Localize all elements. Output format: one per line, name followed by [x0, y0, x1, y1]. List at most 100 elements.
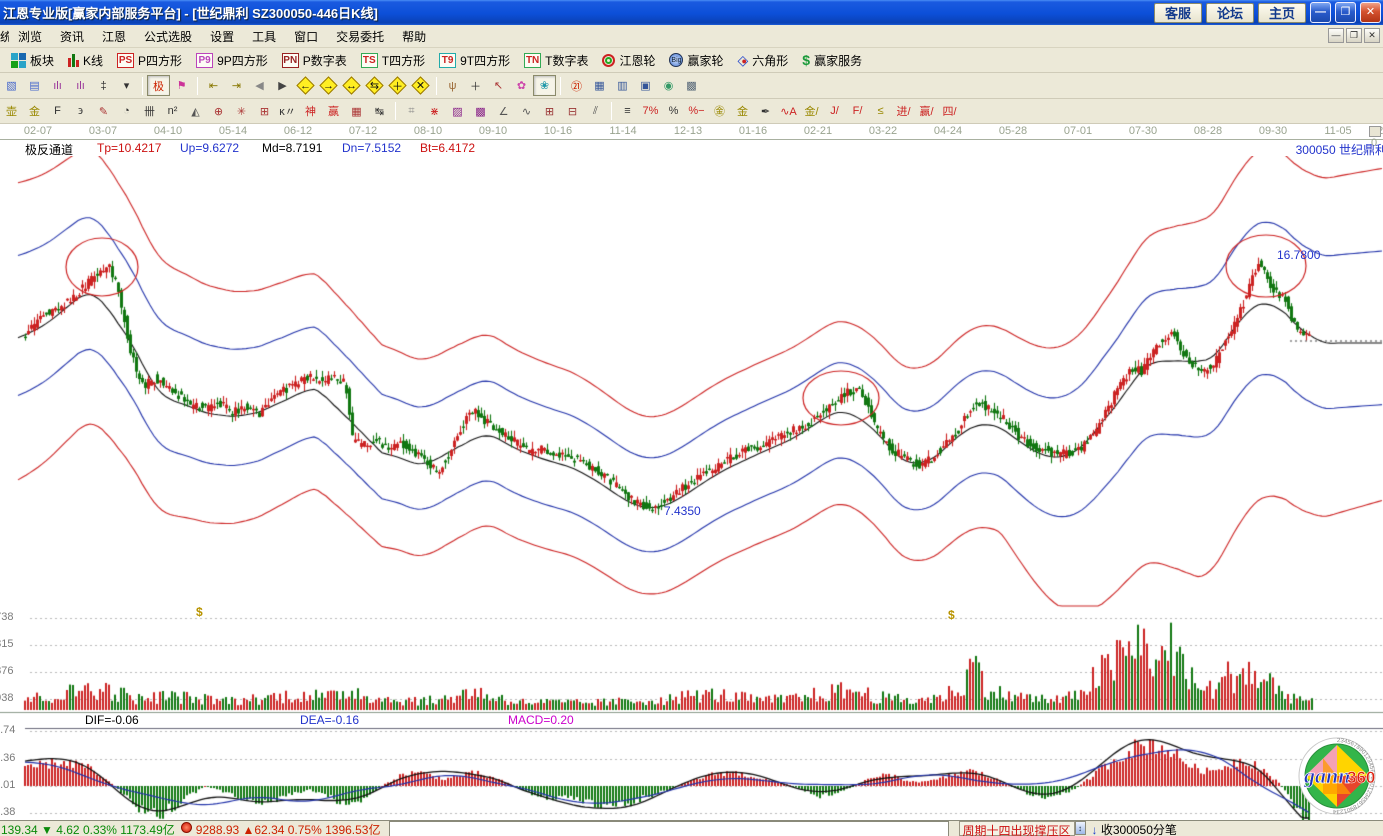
- magic-icon[interactable]: ✿: [510, 75, 533, 96]
- move-left-icon[interactable]: ←: [294, 75, 317, 96]
- hand-icon[interactable]: ψ: [441, 75, 464, 96]
- index1-quote[interactable]: 139.34 ▼ 4.62 0.33% 1173.49亿: [1, 821, 175, 836]
- print-icon[interactable]: ▩: [680, 75, 703, 96]
- circle-cross-icon[interactable]: ⊕: [207, 101, 230, 122]
- zoom-out-icon[interactable]: ✕: [409, 75, 432, 96]
- f-line-icon[interactable]: F/: [846, 101, 869, 122]
- slants-icon[interactable]: ⫽: [584, 101, 607, 122]
- ying-line-icon[interactable]: 赢/: [915, 101, 938, 122]
- f-ruler-icon[interactable]: F: [46, 101, 69, 122]
- clock-wheel-icon[interactable]: ◔: [115, 101, 138, 122]
- k-mark-icon[interactable]: ĸ〃: [276, 101, 299, 122]
- p-digit-button[interactable]: PNP数字表: [275, 50, 354, 71]
- rays-icon[interactable]: ⋇: [423, 101, 446, 122]
- span-arrow-icon[interactable]: ↹: [368, 101, 391, 122]
- mdi-restore-button[interactable]: ❐: [1346, 28, 1362, 43]
- gold-circle-icon[interactable]: ㊎: [708, 101, 731, 122]
- gold-frame1-icon[interactable]: 壶: [0, 101, 23, 122]
- menu-item[interactable]: 公式选股: [135, 27, 201, 47]
- kline-button[interactable]: K线: [61, 50, 110, 71]
- ying-icon[interactable]: 赢: [322, 101, 345, 122]
- gold-slash-icon[interactable]: 金/: [800, 101, 823, 122]
- pointer-query-icon[interactable]: ↖: [487, 75, 510, 96]
- minimize-button[interactable]: —: [1310, 2, 1331, 23]
- signal-flag-icon[interactable]: ⚑: [170, 75, 193, 96]
- candle-tool-icon[interactable]: ‡: [92, 75, 115, 96]
- nav-prev-icon[interactable]: ◀: [248, 75, 271, 96]
- n2-icon[interactable]: n²: [161, 101, 184, 122]
- box-rays-icon[interactable]: ▨: [446, 101, 469, 122]
- shrink-x-icon[interactable]: ⇆: [363, 75, 386, 96]
- knife-icon[interactable]: ✒: [754, 101, 777, 122]
- status-input-field[interactable]: [389, 821, 949, 836]
- nav-next-icon[interactable]: ▶: [271, 75, 294, 96]
- t-percent-icon[interactable]: 7%: [639, 101, 662, 122]
- chart3-icon[interactable]: ılı: [46, 75, 69, 96]
- zoom-in-icon[interactable]: ＋: [386, 75, 409, 96]
- brush-icon[interactable]: ✎: [92, 101, 115, 122]
- box-web-icon[interactable]: ⊞: [253, 101, 276, 122]
- close-button[interactable]: ✕: [1360, 2, 1381, 23]
- wave-check-icon[interactable]: ∿: [515, 101, 538, 122]
- menu-item[interactable]: 资讯: [51, 27, 93, 47]
- service-button-kefu[interactable]: 客服: [1154, 3, 1202, 23]
- candle-dropdown[interactable]: ▾: [115, 75, 138, 96]
- board-button[interactable]: 板块: [4, 50, 61, 71]
- angle-icon[interactable]: ◭: [184, 101, 207, 122]
- percent-icon[interactable]: %: [662, 101, 685, 122]
- menu-item[interactable]: 设置: [201, 27, 243, 47]
- hexagon-button[interactable]: ◇●六角形: [731, 50, 796, 71]
- mdi-minimize-button[interactable]: —: [1328, 28, 1344, 43]
- corner-box-icon[interactable]: ⌗: [400, 101, 423, 122]
- pencil-angle-icon[interactable]: ∠: [492, 101, 515, 122]
- wave-a-icon[interactable]: ∿A: [777, 101, 800, 122]
- gold-frame2-icon[interactable]: 金: [23, 101, 46, 122]
- nav-last-icon[interactable]: ⇥: [225, 75, 248, 96]
- menu-item[interactable]: 帮助: [393, 27, 435, 47]
- menu-item-clipped[interactable]: 统: [0, 28, 9, 45]
- grid-123-icon[interactable]: ▦: [345, 101, 368, 122]
- service-button-forum[interactable]: 论坛: [1206, 3, 1254, 23]
- p-square-button[interactable]: PSP四方形: [110, 50, 189, 71]
- box-grid-icon[interactable]: ▩: [469, 101, 492, 122]
- spiral-icon[interactable]: ϶: [69, 101, 92, 122]
- notebook-icon[interactable]: ▥: [611, 75, 634, 96]
- chart9-icon[interactable]: ılı: [69, 75, 92, 96]
- p9-square-button[interactable]: P99P四方形: [189, 50, 275, 71]
- nav-first-icon[interactable]: ⇤: [202, 75, 225, 96]
- save-icon[interactable]: ▣: [634, 75, 657, 96]
- note-spinner[interactable]: ↕: [1075, 821, 1086, 835]
- star-web-icon[interactable]: ✳: [230, 101, 253, 122]
- menu-item[interactable]: 窗口: [285, 27, 327, 47]
- gold-bar-icon[interactable]: 金: [731, 101, 754, 122]
- winner-service-button[interactable]: $赢家服务: [795, 50, 869, 71]
- axis-corner-button[interactable]: [1369, 126, 1381, 137]
- menu-item[interactable]: 江恩: [93, 27, 135, 47]
- summary-icon[interactable]: ▤: [23, 75, 46, 96]
- jifan-channel-button[interactable]: 极: [147, 75, 170, 96]
- expand-x-icon[interactable]: ↔: [340, 75, 363, 96]
- t-square-button[interactable]: TST四方形: [354, 50, 432, 71]
- brain-icon[interactable]: ❀: [533, 75, 556, 96]
- crosshair-icon[interactable]: ＋: [464, 75, 487, 96]
- grid-b-icon[interactable]: ⊟: [561, 101, 584, 122]
- t9-square-button[interactable]: T99T四方形: [432, 50, 517, 71]
- comb-icon[interactable]: 卌: [138, 101, 161, 122]
- menu-item[interactable]: 交易委托: [327, 27, 393, 47]
- restore-button[interactable]: ❐: [1335, 2, 1356, 23]
- calculator-icon[interactable]: ▦: [588, 75, 611, 96]
- si-line-icon[interactable]: 四/: [938, 101, 961, 122]
- calendar-icon[interactable]: ㉑: [565, 75, 588, 96]
- service-button-home[interactable]: 主页: [1258, 3, 1306, 23]
- web-save-icon[interactable]: ◉: [657, 75, 680, 96]
- percent-line-icon[interactable]: %−: [685, 101, 708, 122]
- kline-chart-canvas[interactable]: [0, 156, 1383, 820]
- tick-info[interactable]: ↓ 收300050分笔: [1092, 821, 1177, 836]
- index2-quote[interactable]: 9288.93 ▲62.34 0.75% 1396.53亿: [196, 821, 381, 836]
- mdi-close-button[interactable]: ✕: [1364, 28, 1380, 43]
- shen-icon[interactable]: 神: [299, 101, 322, 122]
- gold-line2-icon[interactable]: ≤: [869, 101, 892, 122]
- winner-wheel-button[interactable]: Big赢家轮: [662, 50, 730, 71]
- j-line-icon[interactable]: J/: [823, 101, 846, 122]
- move-right-icon[interactable]: →: [317, 75, 340, 96]
